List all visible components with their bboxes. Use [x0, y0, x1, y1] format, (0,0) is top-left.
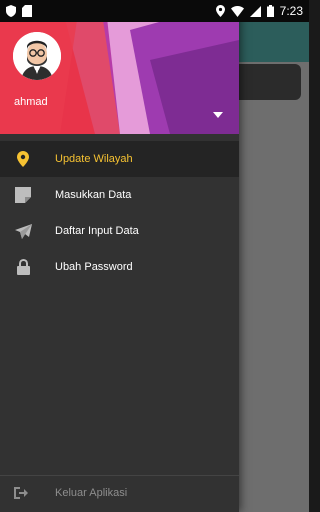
menu-item-label: Daftar Input Data [55, 225, 139, 237]
menu-item-label: Masukkan Data [55, 189, 132, 201]
navigation-drawer: ahmad Update Wilayah Masukkan Data Dafta… [0, 0, 239, 512]
location-icon [215, 5, 225, 17]
menu-item-masukkan-data[interactable]: Masukkan Data [0, 177, 239, 213]
sd-card-icon [22, 5, 32, 17]
send-icon [14, 222, 32, 240]
drawer-menu: Update Wilayah Masukkan Data Daftar Inpu… [0, 141, 239, 285]
logout-button[interactable]: Keluar Aplikasi [0, 476, 239, 512]
signal-icon [249, 5, 261, 17]
logout-label: Keluar Aplikasi [55, 487, 128, 499]
menu-item-label: Ubah Password [55, 261, 133, 273]
menu-item-daftar-input-data[interactable]: Daftar Input Data [0, 213, 239, 249]
logout-icon [14, 486, 30, 502]
account-dropdown-icon[interactable] [213, 112, 223, 118]
battery-icon [266, 5, 274, 17]
shield-icon [6, 5, 16, 17]
location-pin-icon [14, 150, 32, 168]
menu-item-update-wilayah[interactable]: Update Wilayah [0, 141, 239, 177]
clock: 7:23 [279, 4, 303, 18]
menu-item-label: Update Wilayah [55, 153, 133, 165]
avatar[interactable] [13, 32, 61, 80]
status-bar: 7:23 [0, 0, 309, 22]
wifi-icon [230, 5, 244, 17]
avatar-icon [13, 32, 61, 80]
app-card [233, 64, 301, 100]
username: ahmad [14, 96, 48, 108]
note-icon [14, 186, 32, 204]
lock-icon [14, 258, 32, 276]
menu-item-ubah-password[interactable]: Ubah Password [0, 249, 239, 285]
